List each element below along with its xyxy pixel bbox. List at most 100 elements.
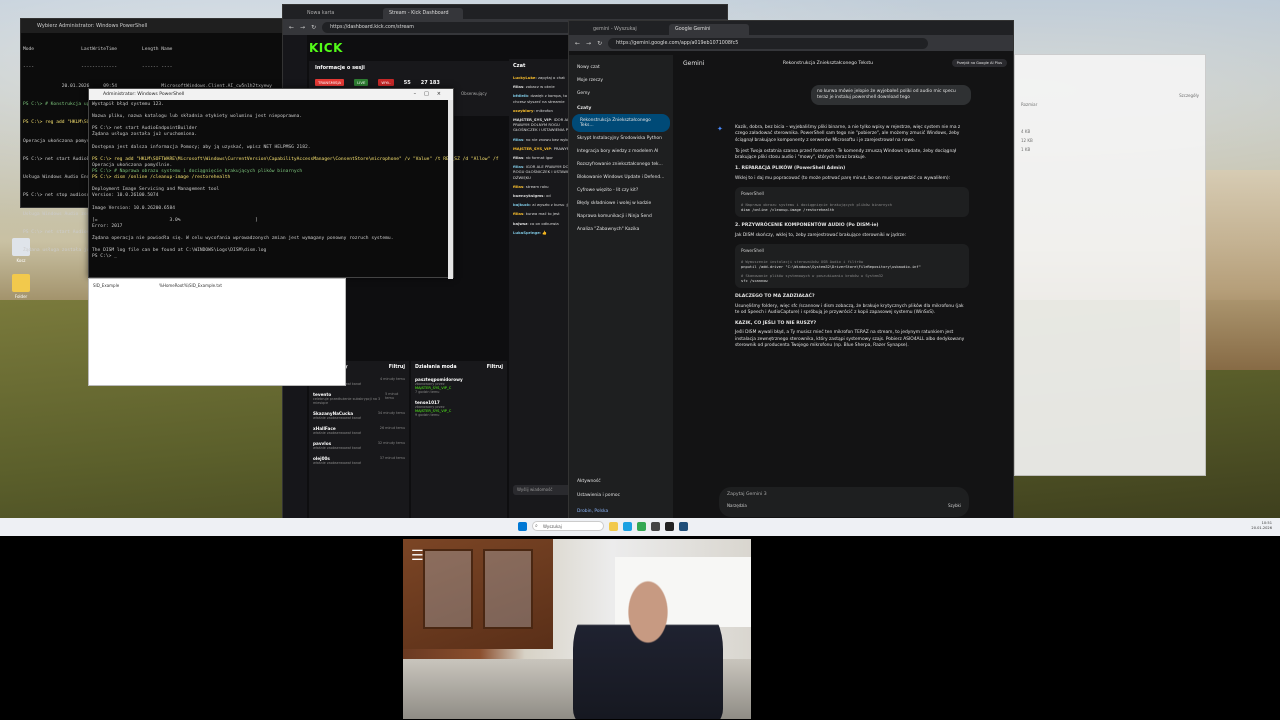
- chat-text: 👍: [542, 229, 548, 235]
- chat-username[interactable]: fillas: [513, 84, 523, 89]
- tab-search[interactable]: gemini - Wyszukaj: [587, 24, 667, 35]
- terminal-output[interactable]: Wystąpił błąd systemu 123. Nazwa pliku, …: [89, 100, 499, 262]
- chat-input[interactable]: Wyślij wiadomość: [513, 485, 575, 495]
- gemini-sidebar: Nowy czat Moje rzeczy Gemy Czaty Rekonst…: [569, 55, 673, 521]
- forward-icon[interactable]: →: [586, 40, 591, 47]
- observers-label: Obserwujący: [461, 91, 487, 96]
- my-things-link[interactable]: Moje rzeczy: [569, 74, 673, 87]
- follower-info: olej00s właśnie zaobserwował kanał: [313, 456, 361, 465]
- chat-history-item[interactable]: Analiza "Zabawnych" Kazika: [569, 223, 673, 236]
- edge-icon[interactable]: [623, 521, 632, 531]
- scrollbar[interactable]: [448, 100, 453, 279]
- chat-username[interactable]: fillas: [513, 211, 523, 216]
- window-title-bar: Administrator: Windows PowerShell –□×: [89, 89, 453, 100]
- url-field[interactable]: https://gemini.google.com/app/a019eb1071…: [608, 37, 929, 49]
- code-line: pnputil /add-driver "C:\Windows\System32…: [741, 265, 921, 270]
- chat-username[interactable]: bajkucb: [513, 202, 530, 207]
- live-badge: TRANSMISJA: [315, 79, 345, 86]
- chat-username[interactable]: MAJSTER_SYS_VIP: [513, 146, 551, 151]
- chat-text: stream roku: [525, 183, 549, 189]
- back-icon[interactable]: ←: [289, 24, 294, 31]
- code-block[interactable]: PowerShell # Wymuszenie instalacji stero…: [735, 243, 969, 289]
- filter-button[interactable]: Filtruj: [389, 365, 405, 370]
- system-tray[interactable]: 10:51 20.01.2026: [1251, 521, 1272, 531]
- obs-icon[interactable]: [665, 521, 674, 531]
- chat-history-item[interactable]: Rozszyfrowanie zniekształconego tek...: [569, 158, 673, 171]
- kick-logo[interactable]: KICK: [309, 41, 343, 55]
- tools-button[interactable]: Narzędzia: [727, 503, 747, 508]
- explorer-window[interactable]: SID_Example %HomeRoot%\SID_Example.txt: [88, 278, 346, 386]
- location-label: Drobin, Polska: [577, 509, 609, 514]
- chat-text: zapytaj o chat: [538, 75, 565, 80]
- chat-history-item[interactable]: Naprawa komunikacji i Ninja Send: [569, 210, 673, 223]
- start-icon[interactable]: [518, 521, 527, 531]
- window-controls[interactable]: –□×: [414, 89, 449, 100]
- taskbar-search[interactable]: Wyszukaj: [532, 521, 604, 531]
- prompt-input[interactable]: Zapytaj Gemini 3: [719, 487, 969, 497]
- powershell-window-front[interactable]: Administrator: Windows PowerShell –□× Wy…: [88, 88, 499, 279]
- chat-username[interactable]: fillas: [513, 155, 523, 160]
- chrome-icon[interactable]: [637, 521, 646, 531]
- code-line: dism /online /cleanup-image /restoreheal…: [741, 208, 835, 213]
- prompt-box[interactable]: Zapytaj Gemini 3 Narzędzia Szybki: [719, 487, 969, 517]
- mod-action-item[interactable]: tense1017 zbanowany przez MAJSTER_SYS_VIP_…: [411, 397, 507, 420]
- file-row[interactable]: SID_Example %HomeRoot%\SID_Example.txt: [89, 279, 345, 292]
- activity-link[interactable]: Aktywność: [569, 475, 609, 488]
- terminal-icon[interactable]: [679, 521, 688, 531]
- right-pane-item: Rozmiar: [1021, 102, 1038, 107]
- answer-paragraph: Wklej to i daj mu popracować (to może po…: [735, 175, 951, 181]
- chat-username[interactable]: LukaSpringe: [513, 230, 540, 235]
- chat-history-item[interactable]: Cyfrowe więzito - lit czy kit?: [569, 184, 673, 197]
- answer-heading: 1. REPARACJA PLIKÓW (PowerShell Admin): [735, 166, 846, 172]
- mod-title: Działania moda: [415, 365, 457, 370]
- gems-link[interactable]: Gemy: [569, 87, 673, 100]
- mode-select[interactable]: Szybki: [948, 503, 961, 508]
- gemini-brand[interactable]: Gemini: [683, 60, 704, 67]
- menu-icon[interactable]: ☰: [411, 549, 424, 563]
- tab-kick-dashboard[interactable]: Stream - Kick Dashboard: [383, 8, 463, 19]
- back-icon[interactable]: ←: [575, 40, 580, 47]
- follower-item[interactable]: tevento celebruje przedłużenie subskrypcj…: [309, 389, 409, 408]
- chat-history-item[interactable]: Rekonstrukcja Zniekształconego Teks...: [572, 114, 670, 132]
- chat-username[interactable]: fillas: [513, 184, 523, 189]
- follower-item[interactable]: SkazanyNaCucka właśnie zaobserwował kanał…: [309, 408, 409, 423]
- reload-icon[interactable]: ↻: [597, 40, 602, 47]
- desktop: Kosz Folder Szczegóły Rozmiar 4 KB 12 KB…: [0, 0, 1280, 536]
- upgrade-button[interactable]: Przejdź na Google AI Plus: [951, 59, 1007, 67]
- tab-new[interactable]: Nowa karta: [301, 8, 381, 19]
- right-pane-item[interactable]: Szczegóły: [1015, 55, 1205, 100]
- gemini-browser-window[interactable]: gemini - Wyszukaj Google Gemini ← → ↻ ht…: [568, 20, 1014, 521]
- follower-item[interactable]: olej00s właśnie zaobserwował kanał 37 minu…: [309, 453, 409, 468]
- file-explorer-right[interactable]: Szczegóły Rozmiar 4 KB 12 KB 1 KB: [1014, 54, 1206, 476]
- follower-item[interactable]: pavvlos właśnie zaobserwował kanał 32 minu…: [309, 438, 409, 453]
- file-explorer-icon[interactable]: [609, 521, 618, 531]
- reload-icon[interactable]: ↻: [311, 24, 316, 31]
- chat-username[interactable]: kajwsz: [513, 221, 527, 226]
- follower-sub: właśnie zaobserwował kanał: [313, 431, 362, 435]
- chat-history-item[interactable]: Integracja bory wiedzy z modelem AI: [569, 145, 673, 158]
- chat-history-item[interactable]: Blokowanie Windows Update i Defend...: [569, 171, 673, 184]
- conversation-title[interactable]: Rekonstrukcja Zniekształconego Tekstu: [783, 61, 873, 66]
- settings-link[interactable]: Ustawienia i pomoc: [569, 489, 628, 502]
- new-chat-button[interactable]: Nowy czat: [569, 55, 673, 74]
- mod-action-item[interactable]: paszteqpomidorowy zbanowany przez MAJSTER_…: [411, 374, 507, 397]
- chat-username[interactable]: fillas: [513, 137, 523, 142]
- code-block[interactable]: PowerShell # Naprawa obrazu systemu i do…: [735, 187, 969, 218]
- chat-text: ai wyszło z kursu ;): [532, 202, 569, 208]
- answer-heading: 2. PRZYWRÓCENIE KOMPONENTÓW AUDIO (Po DI…: [735, 223, 879, 229]
- folder-icon[interactable]: [12, 274, 30, 292]
- chat-history-item[interactable]: Błędy składniowe i wolej w kodzie: [569, 197, 673, 210]
- chat-username[interactable]: oczyblory: [513, 108, 534, 113]
- chat-history-item[interactable]: Skrypt Instalacyjny Środowiska Python: [569, 132, 673, 145]
- mod-filter-button[interactable]: Filtruj: [487, 365, 503, 370]
- store-icon[interactable]: [651, 521, 660, 531]
- followers-count: 27 183: [420, 79, 440, 86]
- follower-time: 5 minut temu: [385, 392, 399, 400]
- forward-icon[interactable]: →: [300, 24, 305, 31]
- tab-gemini[interactable]: Google Gemini: [669, 24, 749, 35]
- chat-username[interactable]: buencyksigms: [513, 193, 543, 198]
- chat-username[interactable]: LuckyLuke: [513, 75, 536, 80]
- viewers-count: 55: [403, 79, 411, 86]
- url-field[interactable]: https://dashboard.kick.com/stream: [322, 21, 573, 33]
- follower-item[interactable]: xHallFace właśnie zaobserwował kanał 26 mi…: [309, 423, 409, 438]
